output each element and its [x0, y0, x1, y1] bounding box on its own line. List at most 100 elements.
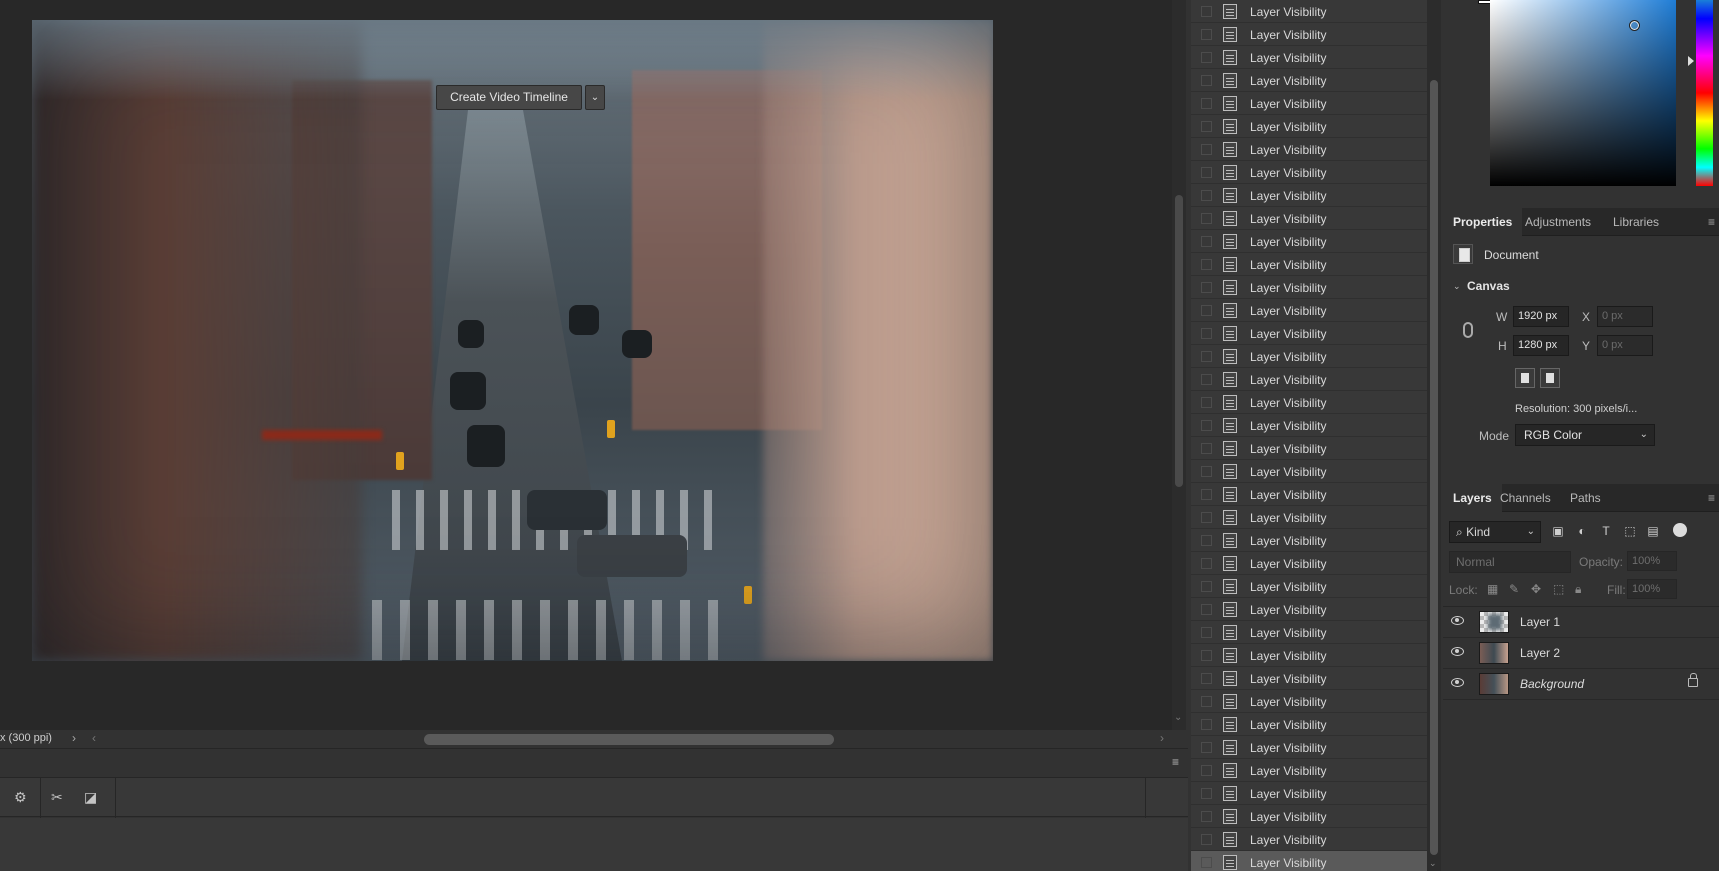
visibility-eye-icon[interactable]: [1451, 616, 1464, 625]
panel-menu-icon[interactable]: ≡: [1708, 491, 1715, 505]
saturation-brightness-field[interactable]: [1490, 0, 1676, 186]
history-item[interactable]: Layer Visibility: [1191, 368, 1427, 391]
history-snapshot-checkbox[interactable]: [1201, 52, 1212, 63]
history-snapshot-checkbox[interactable]: [1201, 328, 1212, 339]
history-item[interactable]: Layer Visibility: [1191, 23, 1427, 46]
history-item[interactable]: Layer Visibility: [1191, 805, 1427, 828]
transition-icon[interactable]: ◪: [84, 789, 97, 806]
layer-name[interactable]: Layer 1: [1520, 615, 1560, 629]
canvas-y-input[interactable]: 0 px: [1597, 335, 1653, 356]
history-snapshot-checkbox[interactable]: [1201, 282, 1212, 293]
panel-menu-icon[interactable]: ≡: [1172, 755, 1179, 769]
panel-menu-icon[interactable]: ≡: [1708, 215, 1715, 229]
history-item[interactable]: Layer Visibility: [1191, 345, 1427, 368]
link-dimensions-icon[interactable]: [1463, 322, 1473, 338]
history-snapshot-checkbox[interactable]: [1201, 121, 1212, 132]
history-item[interactable]: Layer Visibility: [1191, 851, 1427, 871]
history-item[interactable]: Layer Visibility: [1191, 437, 1427, 460]
hue-slider[interactable]: [1696, 0, 1713, 186]
tab-channels[interactable]: Channels: [1490, 484, 1561, 512]
history-snapshot-checkbox[interactable]: [1201, 98, 1212, 109]
history-snapshot-checkbox[interactable]: [1201, 75, 1212, 86]
canvas-x-input[interactable]: 0 px: [1597, 306, 1653, 327]
chevron-down-icon[interactable]: ⌄: [585, 85, 605, 110]
history-snapshot-checkbox[interactable]: [1201, 742, 1212, 753]
history-item[interactable]: Layer Visibility: [1191, 552, 1427, 575]
scrollbar-thumb[interactable]: [1430, 80, 1438, 855]
history-item[interactable]: Layer Visibility: [1191, 644, 1427, 667]
history-snapshot-checkbox[interactable]: [1201, 765, 1212, 776]
history-snapshot-checkbox[interactable]: [1201, 213, 1212, 224]
visibility-eye-icon[interactable]: [1451, 678, 1464, 687]
color-mode-select[interactable]: RGB Color ⌄: [1515, 424, 1655, 446]
history-item[interactable]: Layer Visibility: [1191, 299, 1427, 322]
history-snapshot-checkbox[interactable]: [1201, 6, 1212, 17]
history-item[interactable]: Layer Visibility: [1191, 828, 1427, 851]
history-item[interactable]: Layer Visibility: [1191, 46, 1427, 69]
history-snapshot-checkbox[interactable]: [1201, 420, 1212, 431]
history-item[interactable]: Layer Visibility: [1191, 759, 1427, 782]
smart-object-filter-icon[interactable]: ▤: [1646, 524, 1660, 538]
layer-name[interactable]: Background: [1520, 677, 1584, 691]
history-snapshot-checkbox[interactable]: [1201, 604, 1212, 615]
history-item[interactable]: Layer Visibility: [1191, 598, 1427, 621]
history-item[interactable]: Layer Visibility: [1191, 506, 1427, 529]
history-snapshot-checkbox[interactable]: [1201, 788, 1212, 799]
history-snapshot-checkbox[interactable]: [1201, 650, 1212, 661]
adjustment-layer-filter-icon[interactable]: ◐: [1575, 524, 1589, 538]
history-item[interactable]: Layer Visibility: [1191, 483, 1427, 506]
lock-icon[interactable]: [1688, 673, 1698, 687]
history-snapshot-checkbox[interactable]: [1201, 236, 1212, 247]
blend-mode-select[interactable]: Normal: [1449, 551, 1571, 573]
scroll-right-icon[interactable]: ›: [1160, 731, 1164, 745]
landscape-orientation-icon[interactable]: [1540, 368, 1560, 388]
color-picker-handle[interactable]: [1629, 20, 1640, 31]
hue-slider-handle[interactable]: [1688, 56, 1694, 66]
shape-layer-filter-icon[interactable]: ⬚: [1623, 524, 1637, 538]
canvas-section-title[interactable]: Canvas: [1467, 279, 1510, 293]
lock-all-icon[interactable]: 🔒︎: [1575, 582, 1581, 597]
history-snapshot-checkbox[interactable]: [1201, 466, 1212, 477]
canvas-width-input[interactable]: 1920 px: [1513, 306, 1569, 327]
history-item[interactable]: Layer Visibility: [1191, 460, 1427, 483]
history-snapshot-checkbox[interactable]: [1201, 397, 1212, 408]
scroll-down-icon[interactable]: ⌄: [1174, 712, 1182, 723]
history-snapshot-checkbox[interactable]: [1201, 305, 1212, 316]
tab-paths[interactable]: Paths: [1560, 484, 1611, 512]
history-item[interactable]: Layer Visibility: [1191, 667, 1427, 690]
history-snapshot-checkbox[interactable]: [1201, 512, 1212, 523]
layer-row-background[interactable]: Background: [1443, 669, 1719, 700]
history-snapshot-checkbox[interactable]: [1201, 144, 1212, 155]
history-item[interactable]: Layer Visibility: [1191, 575, 1427, 598]
visibility-eye-icon[interactable]: [1451, 647, 1464, 656]
history-snapshot-checkbox[interactable]: [1201, 259, 1212, 270]
history-snapshot-checkbox[interactable]: [1201, 535, 1212, 546]
history-item[interactable]: Layer Visibility: [1191, 391, 1427, 414]
history-snapshot-checkbox[interactable]: [1201, 351, 1212, 362]
scroll-left-icon[interactable]: ‹: [92, 731, 96, 745]
history-item[interactable]: Layer Visibility: [1191, 115, 1427, 138]
history-item[interactable]: Layer Visibility: [1191, 230, 1427, 253]
history-item[interactable]: Layer Visibility: [1191, 621, 1427, 644]
history-snapshot-checkbox[interactable]: [1201, 190, 1212, 201]
history-scrollbar[interactable]: ⌄: [1427, 0, 1441, 871]
settings-gear-icon[interactable]: ⚙: [14, 789, 27, 806]
pixel-layer-filter-icon[interactable]: ▣: [1551, 524, 1565, 538]
document-vertical-scrollbar[interactable]: ⌄: [1172, 0, 1186, 730]
create-video-timeline-button[interactable]: Create Video Timeline: [436, 85, 582, 110]
history-item[interactable]: Layer Visibility: [1191, 184, 1427, 207]
tab-libraries[interactable]: Libraries: [1603, 208, 1669, 236]
opacity-input[interactable]: 100%: [1627, 551, 1677, 571]
history-snapshot-checkbox[interactable]: [1201, 29, 1212, 40]
history-snapshot-checkbox[interactable]: [1201, 857, 1212, 868]
history-snapshot-checkbox[interactable]: [1201, 673, 1212, 684]
history-item[interactable]: Layer Visibility: [1191, 782, 1427, 805]
scrollbar-thumb[interactable]: [1175, 195, 1183, 487]
fill-input[interactable]: 100%: [1627, 579, 1677, 599]
lock-transparent-pixels-icon[interactable]: ▦: [1487, 582, 1498, 596]
history-snapshot-checkbox[interactable]: [1201, 696, 1212, 707]
history-item[interactable]: Layer Visibility: [1191, 138, 1427, 161]
history-item[interactable]: Layer Visibility: [1191, 713, 1427, 736]
lock-artboard-icon[interactable]: ⬚: [1553, 582, 1564, 596]
history-snapshot-checkbox[interactable]: [1201, 443, 1212, 454]
